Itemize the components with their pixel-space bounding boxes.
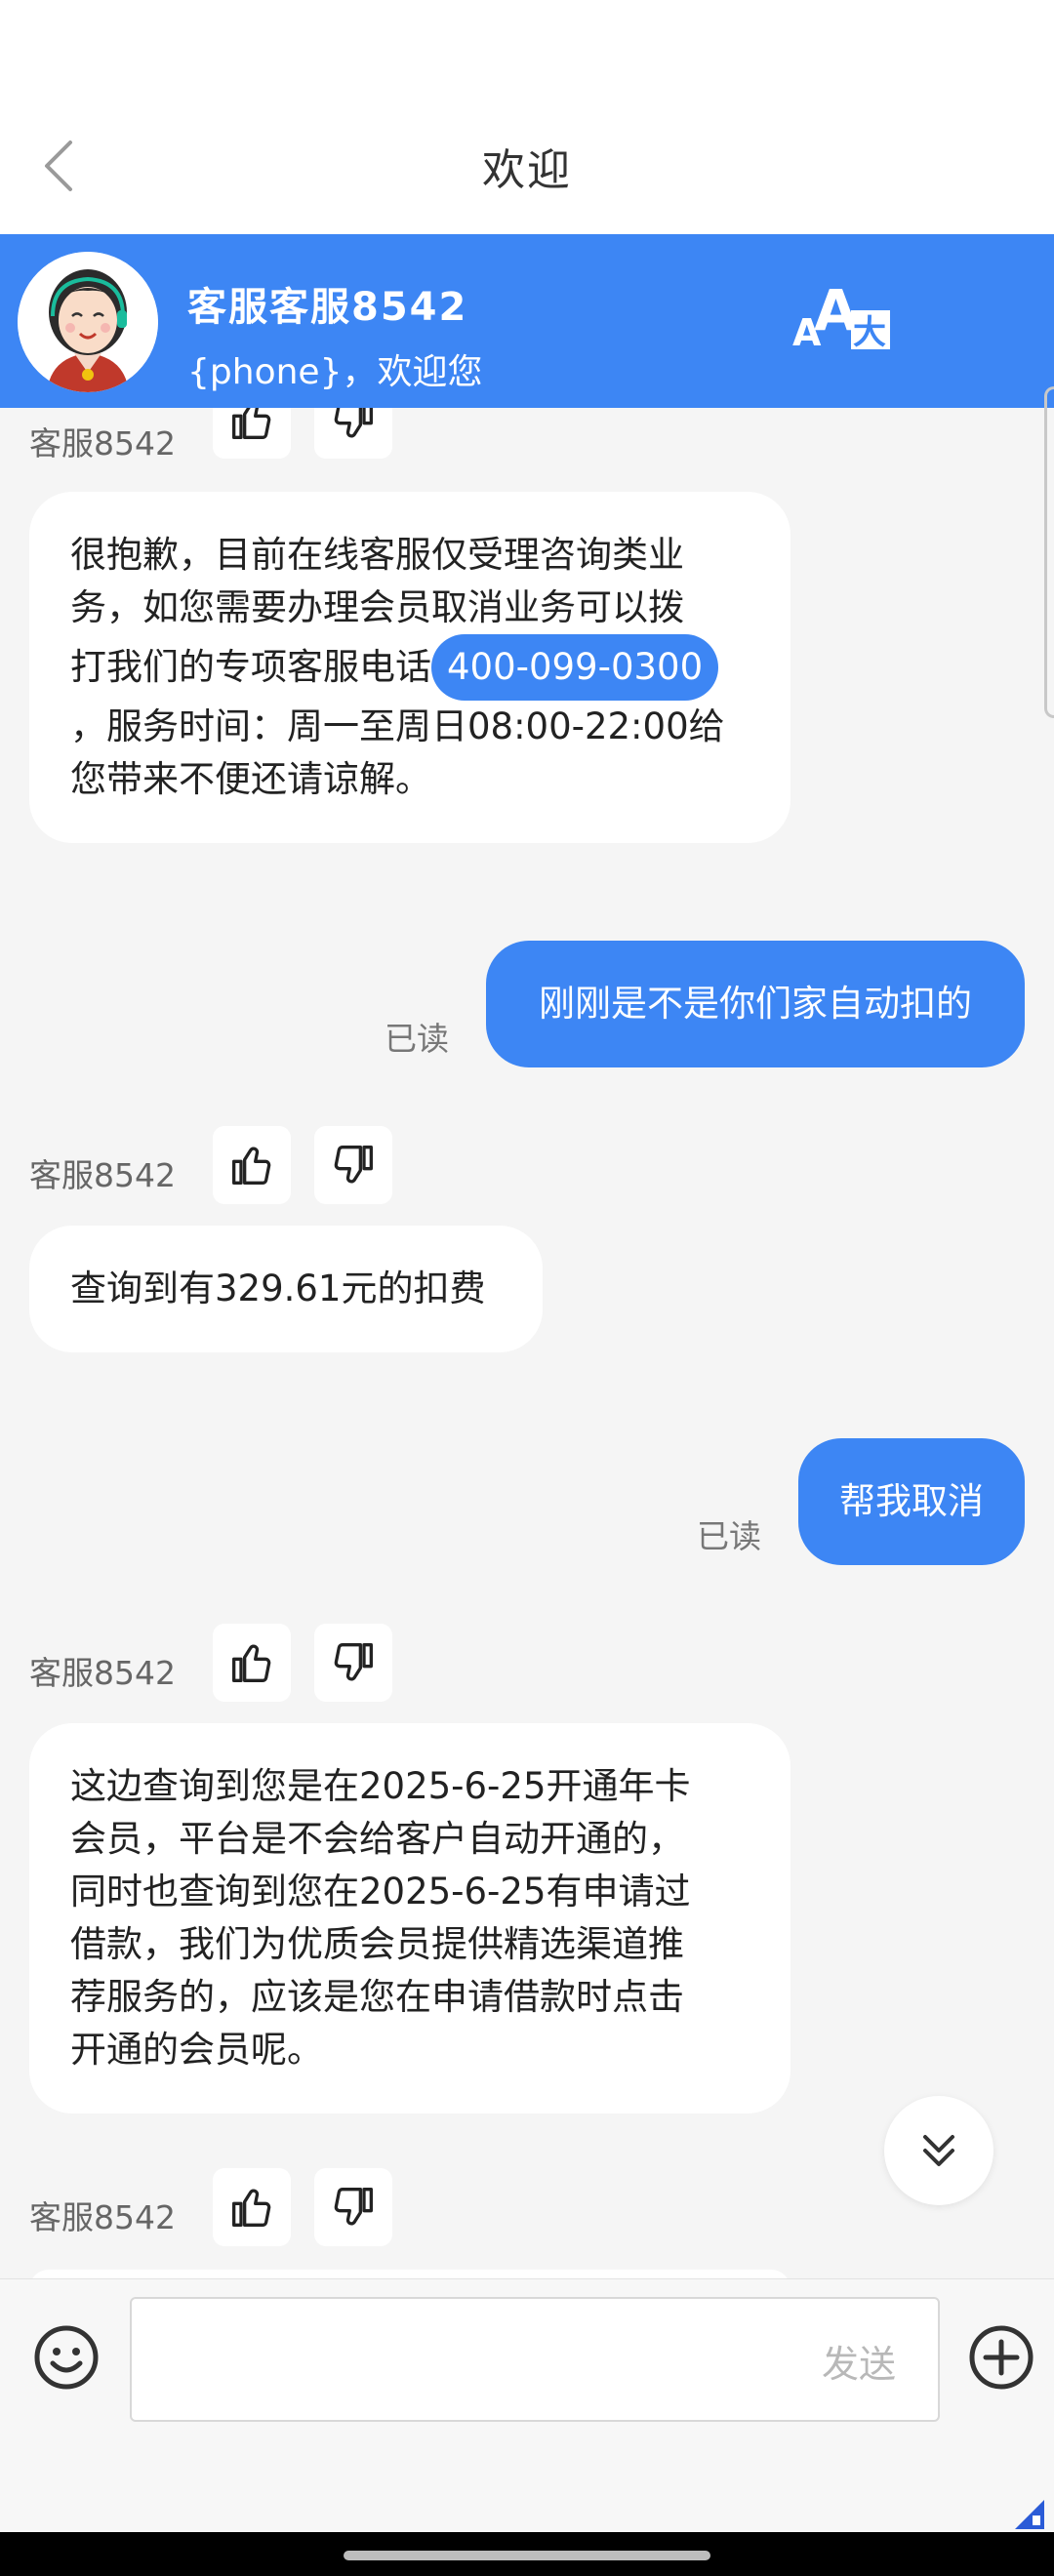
read-status: 已读 [385, 1020, 449, 1058]
thumbs-up-icon [232, 1147, 271, 1185]
emoji-button[interactable] [31, 2322, 101, 2393]
agent-label: 客服8542 [29, 1156, 176, 1194]
corner-badge [1015, 2500, 1044, 2529]
message-line: 同时也查询到您在2025-6-25有申请过 [70, 1871, 691, 1912]
chat-area: 客服8542 很抱歉，目前在线客服仅受理咨询类业 务，如您需要办理会员取消业务可… [0, 408, 1054, 2278]
agent-message: 很抱歉，目前在线客服仅受理咨询类业 务，如您需要办理会员取消业务可以拨 打我们的… [29, 492, 790, 843]
agent-label: 客服8542 [29, 424, 176, 463]
thumbs-up-button[interactable] [213, 408, 291, 459]
thumbs-down-button[interactable] [314, 2168, 392, 2246]
message-line: 开通的会员呢。 [70, 2029, 323, 2071]
agent-message-partial [29, 2270, 790, 2278]
scroll-to-bottom-button[interactable] [884, 2096, 993, 2205]
svg-text:大: 大 [853, 313, 886, 352]
message-line: 务，如您需要办理会员取消业务可以拨 [70, 586, 684, 628]
agent-message: 这边查询到您是在2025-6-25开通年卡 会员，平台是不会给客户自动开通的， … [29, 1723, 790, 2113]
agent-greeting: {phone}，欢迎您 [187, 352, 483, 392]
font-size-icon: A A 大 [792, 277, 890, 354]
agent-label: 客服8542 [29, 2198, 176, 2236]
read-status: 已读 [697, 1517, 761, 1555]
message-line: 荐服务的，应该是您在申请借款时点击 [70, 1976, 684, 2018]
emoji-icon [34, 2325, 99, 2390]
thumbs-up-button[interactable] [213, 1624, 291, 1702]
thumbs-down-icon [334, 1643, 373, 1681]
send-button[interactable]: 发送 [822, 2334, 896, 2388]
message-line: 很抱歉，目前在线客服仅受理咨询类业 [70, 534, 684, 576]
message-line: ，服务时间：周一至周日08:00-22:00给 [70, 705, 725, 747]
phone-number-link[interactable]: 400-099-0300 [431, 634, 719, 701]
thumbs-up-button[interactable] [213, 1126, 291, 1204]
user-message: 帮我取消 [798, 1438, 1025, 1565]
thumbs-down-icon [334, 1146, 373, 1184]
page-title: 欢迎 [482, 145, 572, 195]
thumbs-up-icon [232, 2189, 271, 2227]
agent-message: 查询到有329.61元的扣费 [29, 1226, 543, 1352]
font-size-toggle[interactable]: A A 大 [792, 277, 894, 363]
thumbs-down-button[interactable] [314, 1126, 392, 1204]
message-line: 会员，平台是不会给客户自动开通的， [70, 1818, 684, 1860]
double-chevron-down-icon [923, 2135, 954, 2166]
add-attachment-button[interactable] [966, 2322, 1036, 2393]
message-line: 打我们的专项客服电话 [70, 646, 431, 688]
thumbs-down-icon [334, 408, 373, 438]
thumbs-down-icon [334, 2188, 373, 2226]
home-indicator[interactable] [344, 2551, 710, 2560]
agent-label: 客服8542 [29, 1654, 176, 1692]
message-line: 您带来不便还请谅解。 [70, 758, 431, 800]
user-message: 刚刚是不是你们家自动扣的 [486, 941, 1025, 1067]
thumbs-up-icon [232, 1644, 271, 1682]
thumbs-down-button[interactable] [314, 1624, 392, 1702]
agent-name: 客服客服8542 [187, 285, 468, 330]
message-line: 借款，我们为优质会员提供精选渠道推 [70, 1923, 684, 1965]
agent-avatar [18, 252, 158, 392]
thumbs-up-icon [232, 408, 271, 439]
status-bar [0, 0, 1054, 98]
message-input[interactable] [130, 2297, 940, 2422]
thumbs-up-button[interactable] [213, 2168, 291, 2246]
arrow-up-square-icon [1015, 2500, 1044, 2529]
bottom-spacer [0, 2435, 1054, 2532]
input-bar: 发送 [0, 2278, 1054, 2435]
thumbs-down-button[interactable] [314, 408, 392, 459]
agent-header: 客服客服8542 {phone}，欢迎您 A A 大 [0, 234, 1054, 408]
plus-circle-icon [969, 2325, 1034, 2390]
nav-bar: 欢迎 [0, 98, 1054, 234]
message-line: 这边查询到您是在2025-6-25开通年卡 [70, 1765, 691, 1807]
